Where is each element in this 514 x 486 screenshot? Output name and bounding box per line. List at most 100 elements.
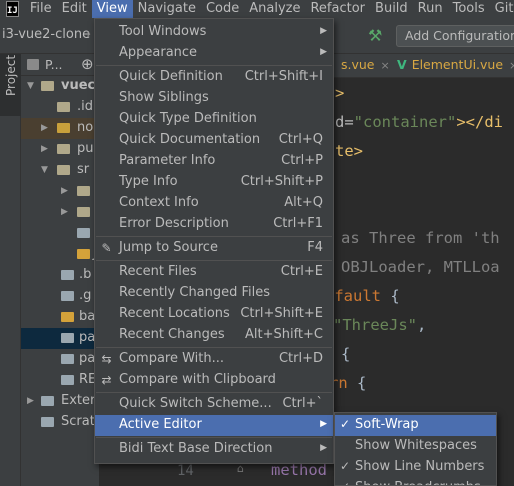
file-icon bbox=[61, 291, 74, 301]
tree-item[interactable]: ba bbox=[21, 307, 99, 328]
menu-item-tool-windows[interactable]: Tool Windows ▶ bbox=[95, 22, 333, 43]
code-token: as Three from 'th bbox=[341, 229, 500, 247]
file-icon bbox=[61, 312, 74, 322]
menu-item-compare-with[interactable]: ⇆ Compare With... Ctrl+D bbox=[95, 349, 333, 370]
close-icon[interactable]: × bbox=[509, 59, 514, 72]
menu-item-parameter-info[interactable]: Parameter Info Ctrl+P bbox=[95, 151, 333, 172]
menu-item-recent-changes[interactable]: Recent Changes Alt+Shift+C bbox=[95, 325, 333, 346]
tree-item[interactable]: pa bbox=[21, 349, 99, 370]
menu-item-compare-with-clipboard[interactable]: ⇄ Compare with Clipboard bbox=[95, 370, 333, 391]
menu-item-recent-files[interactable]: Recent Files Ctrl+E bbox=[95, 262, 333, 283]
file-icon bbox=[41, 417, 54, 427]
editor-tab[interactable]: V ElementUi.vue × bbox=[391, 54, 514, 78]
code-token: , bbox=[417, 316, 427, 334]
expanded-arrow-icon[interactable]: ▼ bbox=[27, 81, 34, 91]
menu-item-appearance[interactable]: Appearance ▶ bbox=[95, 43, 333, 64]
checkmark-icon: ✓ bbox=[340, 480, 350, 485]
shortcut-label: Ctrl+E bbox=[280, 264, 323, 279]
project-tab-label: Project bbox=[4, 54, 18, 96]
tree-item-label: Exter bbox=[61, 393, 96, 408]
menu-item-label: Appearance bbox=[119, 45, 198, 60]
tree-item[interactable]: ▼ vuecl bbox=[21, 76, 99, 97]
tree-item[interactable]: .id bbox=[21, 97, 99, 118]
tree-item[interactable]: ▶ no bbox=[21, 118, 99, 139]
tree-item[interactable]: .g bbox=[21, 286, 99, 307]
submenu-item-label: Show Breadcrumbs bbox=[355, 480, 481, 485]
collapsed-arrow-icon[interactable]: ▶ bbox=[41, 123, 48, 133]
add-configuration-button[interactable]: Add Configuration... bbox=[396, 25, 514, 47]
menu-git[interactable]: Git bbox=[490, 0, 514, 18]
menu-separator bbox=[96, 65, 332, 66]
menu-item-recent-locations[interactable]: Recent Locations Ctrl+Shift+E bbox=[95, 304, 333, 325]
menu-item-show-siblings[interactable]: Show Siblings bbox=[95, 88, 333, 109]
menu-refactor[interactable]: Refactor bbox=[305, 0, 370, 18]
menu-item-label: Show Siblings bbox=[119, 90, 209, 105]
menu-item-label: Parameter Info bbox=[119, 153, 216, 168]
tree-item[interactable]: ▶ bbox=[21, 181, 99, 202]
menu-build[interactable]: Build bbox=[370, 0, 413, 18]
tree-item[interactable]: JS bbox=[21, 244, 99, 265]
app-logo-icon[interactable]: IJ bbox=[6, 1, 19, 17]
menu-item-active-editor[interactable]: Active Editor ▶ bbox=[95, 415, 333, 436]
tree-item[interactable] bbox=[21, 223, 99, 244]
menu-code[interactable]: Code bbox=[201, 0, 244, 18]
shortcut-label: F4 bbox=[307, 240, 323, 255]
menu-file[interactable]: File bbox=[25, 0, 57, 18]
tree-item-label: .id bbox=[77, 99, 93, 114]
menu-item-recently-changed-files[interactable]: Recently Changed Files bbox=[95, 283, 333, 304]
view-menu-dropdown: Tool Windows ▶ Appearance ▶ Quick Definition… bbox=[94, 18, 334, 464]
menu-item-label: Quick Switch Scheme... bbox=[119, 396, 272, 411]
tree-item-label: no bbox=[77, 120, 94, 135]
shortcut-label: Ctrl+P bbox=[281, 153, 323, 168]
menu-item-context-info[interactable]: Context Info Alt+Q bbox=[95, 193, 333, 214]
shortcut-label: Ctrl+Shift+E bbox=[240, 306, 323, 321]
collapsed-arrow-icon[interactable]: ▶ bbox=[27, 396, 34, 406]
menu-item-error-description[interactable]: Error Description Ctrl+F1 bbox=[95, 214, 333, 235]
menu-item-type-info[interactable]: Type Info Ctrl+Shift+P bbox=[95, 172, 333, 193]
build-hammer-icon[interactable]: ⚒ bbox=[368, 26, 382, 45]
collapsed-arrow-icon[interactable]: ▶ bbox=[41, 144, 48, 154]
vue-file-icon: V bbox=[397, 57, 407, 72]
editor-tab[interactable]: s.vue × bbox=[335, 54, 390, 78]
crosshair-icon[interactable]: ⊕ bbox=[81, 55, 94, 73]
menu-item-jump-to-source[interactable]: ✎ Jump to Source F4 bbox=[95, 238, 333, 259]
menu-separator bbox=[96, 236, 332, 237]
collapsed-arrow-icon[interactable]: ▶ bbox=[61, 186, 68, 196]
tree-item[interactable]: ▶ bbox=[21, 202, 99, 223]
submenu-item-show-breadcrumbs[interactable]: ✓ Show Breadcrumbs bbox=[335, 478, 496, 485]
project-breadcrumb[interactable]: i3-vue2-clone bbox=[2, 27, 90, 42]
panel-title[interactable]: P... bbox=[45, 57, 63, 72]
menu-tools[interactable]: Tools bbox=[448, 0, 490, 18]
tree-item-label: Scrat bbox=[61, 414, 95, 429]
expanded-arrow-icon[interactable]: ▼ bbox=[41, 165, 48, 175]
collapsed-arrow-icon[interactable]: ▶ bbox=[61, 207, 68, 217]
pencil-icon: ✎ bbox=[101, 241, 112, 255]
menu-edit[interactable]: Edit bbox=[57, 0, 92, 18]
menu-view[interactable]: View bbox=[91, 0, 133, 18]
menu-navigate[interactable]: Navigate bbox=[133, 0, 201, 18]
tree-item[interactable]: RE bbox=[21, 370, 99, 391]
tree-item[interactable]: ▼ sr bbox=[21, 160, 99, 181]
submenu-item-show-whitespaces[interactable]: Show Whitespaces bbox=[335, 436, 496, 457]
menu-item-quick-documentation[interactable]: Quick Documentation Ctrl+Q bbox=[95, 130, 333, 151]
tree-item[interactable]: pa bbox=[21, 328, 99, 349]
menu-item-quick-definition[interactable]: Quick Definition Ctrl+Shift+I bbox=[95, 67, 333, 88]
close-icon[interactable]: × bbox=[381, 59, 390, 72]
folder-icon bbox=[57, 144, 70, 154]
tree-item[interactable]: ▶ pu bbox=[21, 139, 99, 160]
menu-item-quick-switch-scheme[interactable]: Quick Switch Scheme... Ctrl+` bbox=[95, 394, 333, 415]
tree-item[interactable]: ▶ Exter bbox=[21, 391, 99, 412]
menu-run[interactable]: Run bbox=[413, 0, 448, 18]
submenu-item-soft-wrap[interactable]: ✓ Soft-Wrap bbox=[335, 415, 496, 436]
code-line: efault { bbox=[325, 287, 400, 305]
tree-item-label: pu bbox=[77, 141, 94, 156]
submenu-item-label: Show Line Numbers bbox=[355, 459, 485, 474]
code-token: d= bbox=[335, 113, 354, 131]
submenu-arrow-icon: ▶ bbox=[320, 26, 327, 36]
menu-analyze[interactable]: Analyze bbox=[244, 0, 305, 18]
tree-item[interactable]: Scrat bbox=[21, 412, 99, 433]
tree-item[interactable]: .b bbox=[21, 265, 99, 286]
submenu-item-show-line-numbers[interactable]: ✓ Show Line Numbers bbox=[335, 457, 496, 478]
menu-item-quick-type-definition[interactable]: Quick Type Definition bbox=[95, 109, 333, 130]
menu-item-bidi-text-base-direction[interactable]: Bidi Text Base Direction ▶ bbox=[95, 439, 333, 460]
